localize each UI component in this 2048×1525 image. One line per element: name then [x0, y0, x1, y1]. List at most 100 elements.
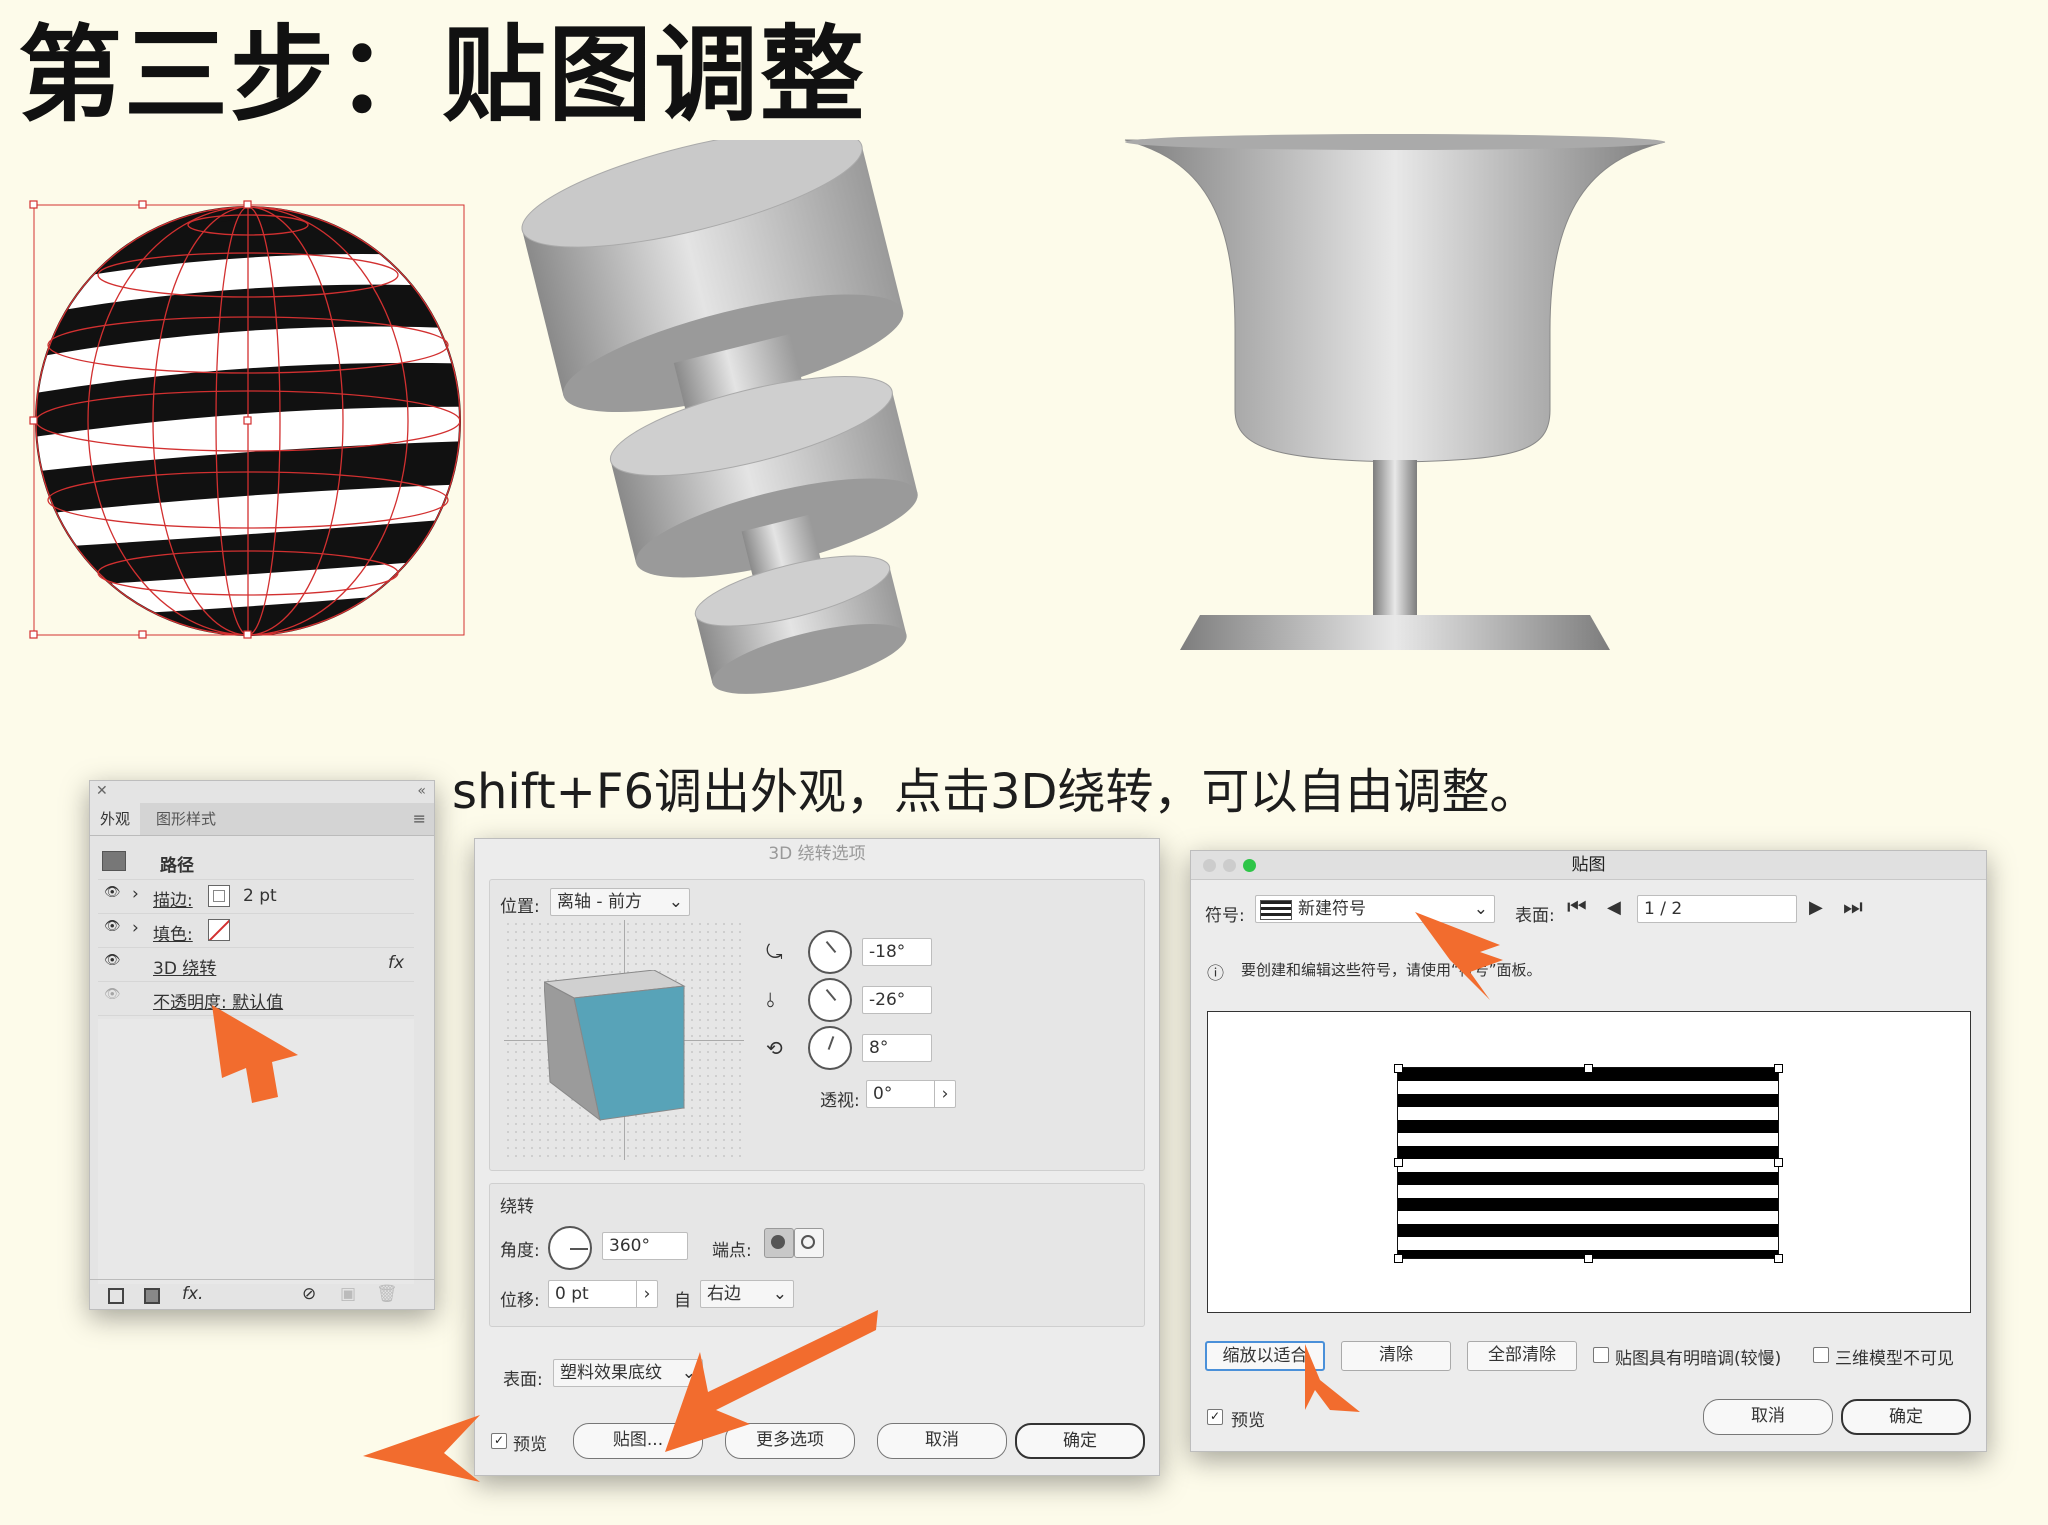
- expand-chevron-icon[interactable]: ›: [132, 884, 139, 904]
- clear-button[interactable]: 清除: [1341, 1341, 1451, 1371]
- tab-graphic-styles[interactable]: 图形样式: [156, 803, 216, 835]
- clear-appearance-icon[interactable]: ⊘: [302, 1284, 316, 1304]
- opacity-label[interactable]: 不透明度: 默认值: [153, 988, 283, 1013]
- angle-label: 角度:: [500, 1241, 540, 1261]
- trash-icon[interactable]: 🗑: [376, 1284, 398, 1304]
- perspective-field[interactable]: 0° ›: [866, 1080, 956, 1108]
- collapse-icon[interactable]: «: [417, 783, 426, 799]
- from-select[interactable]: 右边 ⌄: [700, 1280, 794, 1308]
- previous-surface-icon[interactable]: ◀: [1607, 897, 1621, 918]
- symbol-select[interactable]: 新建符号 ⌄: [1255, 895, 1495, 923]
- fill-label[interactable]: 填色:: [153, 920, 193, 945]
- surface-select[interactable]: 塑料效果底纹 ⌄: [553, 1359, 703, 1387]
- eye-icon[interactable]: 👁: [104, 885, 121, 900]
- chevron-right-icon[interactable]: ›: [934, 1081, 955, 1107]
- eye-icon[interactable]: 👁: [104, 987, 121, 1002]
- angle-field[interactable]: 360°: [602, 1232, 688, 1260]
- surface-value: 塑料效果底纹: [560, 1363, 662, 1383]
- 3d-revolve-effect-link[interactable]: 3D 绕转: [153, 954, 216, 979]
- eye-icon[interactable]: 👁: [104, 919, 121, 934]
- preview-checkbox[interactable]: ✓: [1207, 1409, 1223, 1425]
- resize-handle[interactable]: [1394, 1064, 1403, 1073]
- revolve-group: 绕转 角度: 360° 端点: 位移: 0 pt › 自 右边 ⌄: [489, 1183, 1145, 1327]
- 3d-revolve-row[interactable]: 👁 3D 绕转 fx: [98, 947, 414, 982]
- panel-menu-icon[interactable]: ≡: [413, 809, 426, 828]
- next-surface-icon[interactable]: ▶: [1809, 897, 1823, 918]
- resize-handle[interactable]: [1584, 1064, 1593, 1073]
- rotate-z-dial[interactable]: [808, 1026, 852, 1070]
- resize-handle[interactable]: [1774, 1158, 1783, 1167]
- position-select-value: 离轴 - 前方: [557, 892, 642, 912]
- revolve-header: 绕转: [500, 1197, 534, 1217]
- preview-checkbox[interactable]: ✓: [491, 1433, 507, 1449]
- fill-row[interactable]: 👁 › 填色:: [98, 913, 414, 948]
- no-fill-swatch-icon[interactable]: [208, 919, 230, 941]
- rotate-z-field[interactable]: 8°: [862, 1034, 932, 1062]
- rotate-z-axis-icon: ⟲: [766, 1036, 783, 1060]
- rotate-y-dial[interactable]: [808, 978, 852, 1022]
- preview-label: 预览: [513, 1435, 547, 1455]
- more-options-button[interactable]: 更多选项: [725, 1423, 855, 1459]
- offset-field[interactable]: 0 pt ›: [548, 1280, 658, 1308]
- surface-label: 表面:: [503, 1370, 543, 1390]
- chevron-right-icon[interactable]: ›: [636, 1281, 657, 1307]
- info-icon: ⓘ: [1207, 964, 1224, 984]
- resize-handle[interactable]: [1774, 1064, 1783, 1073]
- ok-button[interactable]: 确定: [1015, 1423, 1145, 1459]
- resize-handle[interactable]: [1774, 1254, 1783, 1263]
- duplicate-item-icon[interactable]: ▣: [340, 1284, 356, 1304]
- add-stroke-icon[interactable]: [108, 1288, 124, 1304]
- opacity-row[interactable]: 👁 不透明度: 默认值: [98, 981, 414, 1016]
- rotate-x-field[interactable]: -18°: [862, 938, 932, 966]
- preview-label: 预览: [1231, 1411, 1265, 1431]
- rotate-y-field[interactable]: -26°: [862, 986, 932, 1014]
- shade-artwork-checkbox[interactable]: [1593, 1347, 1609, 1363]
- ok-button[interactable]: 确定: [1841, 1399, 1971, 1435]
- surface-label: 表面:: [1515, 906, 1555, 926]
- appearance-object-row: 路径: [98, 845, 414, 880]
- expand-chevron-icon[interactable]: ›: [132, 918, 139, 938]
- resize-handle[interactable]: [1394, 1158, 1403, 1167]
- eye-icon[interactable]: 👁: [104, 953, 121, 968]
- map-art-button[interactable]: 贴图...: [573, 1423, 703, 1459]
- surface-index-field[interactable]: 1 / 2: [1637, 895, 1797, 923]
- instruction-caption: shift+F6调出外观，点击3D绕转，可以自由调整。: [452, 764, 1538, 820]
- close-icon[interactable]: ✕: [96, 783, 108, 799]
- tab-appearance[interactable]: 外观: [90, 803, 140, 835]
- stroke-weight-value: 2 pt: [243, 886, 277, 906]
- stroke-row[interactable]: 👁 › 描边: 2 pt: [98, 879, 414, 914]
- from-value: 右边: [707, 1284, 741, 1304]
- stripe-artwork[interactable]: [1397, 1067, 1779, 1259]
- clear-all-button[interactable]: 全部清除: [1467, 1341, 1577, 1371]
- stroke-swatch[interactable]: [208, 885, 230, 907]
- cap-on-button[interactable]: [764, 1228, 794, 1258]
- first-surface-icon[interactable]: ⏮: [1567, 895, 1587, 920]
- info-text: 要创建和编辑这些符号，请使用“符号”面板。: [1241, 961, 1542, 979]
- invisible-geometry-checkbox[interactable]: [1813, 1347, 1829, 1363]
- fx-icon[interactable]: fx: [388, 953, 404, 973]
- resize-handle[interactable]: [1584, 1254, 1593, 1263]
- cap-off-button[interactable]: [794, 1228, 824, 1258]
- stroke-label[interactable]: 描边:: [153, 886, 193, 911]
- rotation-track-cube[interactable]: [504, 920, 744, 1160]
- chevron-down-icon: ⌄: [681, 1363, 696, 1383]
- from-label: 自: [674, 1291, 691, 1311]
- dialog-title: 3D 绕转选项: [768, 844, 866, 864]
- resize-handle[interactable]: [1394, 1254, 1403, 1263]
- appearance-panel: ✕ « 外观 图形样式 ≡ 路径 👁 › 描边: 2 pt 👁 › 填色: 👁 …: [89, 780, 435, 1310]
- chevron-down-icon: ⌄: [668, 892, 683, 912]
- cancel-button[interactable]: 取消: [1703, 1399, 1833, 1435]
- last-surface-icon[interactable]: ⏭: [1843, 895, 1863, 920]
- scale-to-fit-button[interactable]: 缩放以适合: [1205, 1341, 1325, 1371]
- rotate-x-dial[interactable]: [808, 930, 852, 974]
- cancel-button[interactable]: 取消: [877, 1423, 1007, 1459]
- add-effect-icon[interactable]: fx.: [182, 1284, 203, 1304]
- rotate-x-axis-icon: ⤿: [766, 940, 783, 964]
- map-art-dialog: 贴图 符号: 新建符号 ⌄ 表面: ⏮ ◀ 1 / 2 ▶ ⏭ ⓘ 要创建和编辑…: [1190, 850, 1987, 1452]
- orientation-cube-icon[interactable]: [544, 970, 724, 1130]
- position-select[interactable]: 离轴 - 前方 ⌄: [550, 888, 690, 916]
- map-preview-canvas[interactable]: [1207, 1011, 1971, 1313]
- perspective-label: 透视:: [820, 1091, 860, 1111]
- angle-dial[interactable]: [548, 1226, 592, 1270]
- add-fill-icon[interactable]: [144, 1288, 160, 1304]
